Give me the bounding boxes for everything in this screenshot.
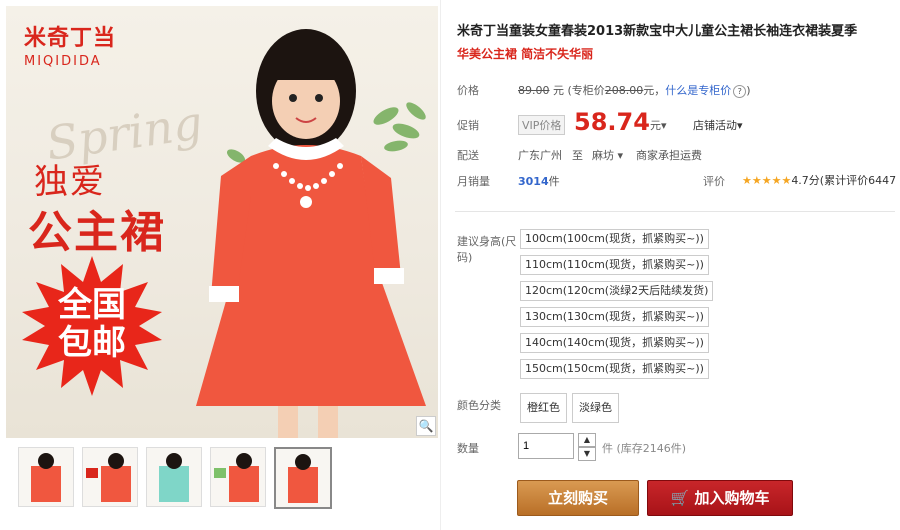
thumbnail-5[interactable] [274,447,332,509]
close-paren: ) [746,84,751,97]
promo-unit-text: 元 [650,119,661,132]
badge-line-2: 包邮 [58,323,126,363]
quantity-label: 数量 [457,442,479,455]
ship-destination: 麻坊 [592,149,614,162]
rating-stars-icon: ★★★★★ [742,174,792,187]
price-label: 价格 [457,84,479,97]
product-subtitle: 华美公主裙 简洁不失华丽 [457,47,594,61]
monthly-sales-label: 月销量 [457,175,490,188]
size-option[interactable]: 130cm(130cm(现货，抓紧购买~)) [520,307,709,327]
monthly-sales: 3014件 [518,173,560,189]
help-icon[interactable]: ? [733,85,747,98]
thumbnail-2[interactable] [82,447,138,507]
badge-line-1: 全国 [58,285,126,325]
thumbnail-4[interactable] [210,447,266,507]
chevron-down-icon[interactable]: ▾ [661,119,667,132]
zoom-icon[interactable]: 🔍 [416,416,436,436]
brand-name-en: MIQIDIDA [24,54,102,69]
price-unit: 元 [553,84,564,97]
what-is-counter-price-link[interactable]: 什么是专柜价 [665,84,731,97]
rating-info[interactable]: ★★★★★4.7分(累计评价6447 [742,172,896,188]
color-option-orange-red[interactable]: 橙红色 [520,393,567,423]
thumbnail-3[interactable] [146,447,202,507]
free-shipping-text: 全国 包邮 [22,286,162,362]
chevron-down-icon: ▾ [617,149,624,162]
size-option[interactable]: 100cm(100cm(现货，抓紧购买~)) [520,229,709,249]
section-divider [455,211,895,212]
size-option[interactable]: 110cm(110cm(现货，抓紧购买~)) [520,255,709,275]
vip-price-tag: VIP价格 [518,115,566,135]
ship-from: 广东广州 [518,149,562,162]
counter-suffix: 元， [643,84,666,97]
shipping-label: 配送 [457,149,479,162]
ship-to-word: 至 [572,149,583,162]
add-to-cart-button[interactable]: 🛒 加入购物车 [647,480,793,516]
size-label: 建议身高(尺码) [457,235,517,264]
quantity-down-icon[interactable]: ▼ [578,447,596,461]
main-product-image[interactable]: 米奇丁当 MIQIDIDA Spring 独爱 公主裙 全国 包邮 🔍 [6,6,438,438]
promo-unit: 元▾ [650,117,667,133]
promo-price: 58.74 [574,108,650,136]
counter-price: 208.00 [604,84,644,97]
sales-count: 3014 [518,175,549,188]
cart-icon: 🛒 [670,489,690,507]
brand-name-cn: 米奇丁当 [24,26,117,51]
color-label: 颜色分类 [457,399,501,412]
color-option-light-green[interactable]: 淡绿色 [572,393,619,423]
buy-now-button[interactable]: 立刻购买 [517,480,639,516]
add-to-cart-label: 加入购物车 [694,489,770,507]
rating-score: 4.7分(累计评价6447 [791,174,897,187]
sales-unit: 件 [548,175,560,188]
chevron-down-icon: ▾ [737,119,743,132]
original-price: 89.00 [518,84,550,97]
product-title: 米奇丁当童装女童春装2013新款宝中大儿童公主裙长袖连衣裙装夏季 [457,24,858,39]
size-option[interactable]: 140cm(140cm(现货，抓紧购买~)) [520,333,709,353]
quantity-up-icon[interactable]: ▲ [578,433,596,447]
counter-prefix: (专柜价 [567,84,605,97]
rating-label: 评价 [703,175,725,188]
stock-info: 件 (库存2146件) [602,442,687,455]
column-divider [440,0,441,530]
store-activity-label: 店铺活动 [693,119,737,132]
brand-logo: 米奇丁当 MIQIDIDA [24,20,116,69]
size-option[interactable]: 120cm(120cm(淡绿2天后陆续发货) [520,281,714,301]
price-info: 89.00 元 (专柜价208.00元，什么是专柜价?) [518,82,751,98]
quantity-input[interactable] [518,433,574,459]
ship-destination-dropdown[interactable]: 麻坊 ▾ [592,147,623,163]
thumbnail-1[interactable] [18,447,74,507]
size-option[interactable]: 150cm(150cm(现货，抓紧购买~)) [520,359,709,379]
shipping-carrier: 商家承担运费 [636,149,702,162]
slogan-line-2: 公主裙 [28,207,166,258]
promo-label: 促销 [457,119,479,132]
store-activity-dropdown[interactable]: 店铺活动▾ [693,117,743,133]
